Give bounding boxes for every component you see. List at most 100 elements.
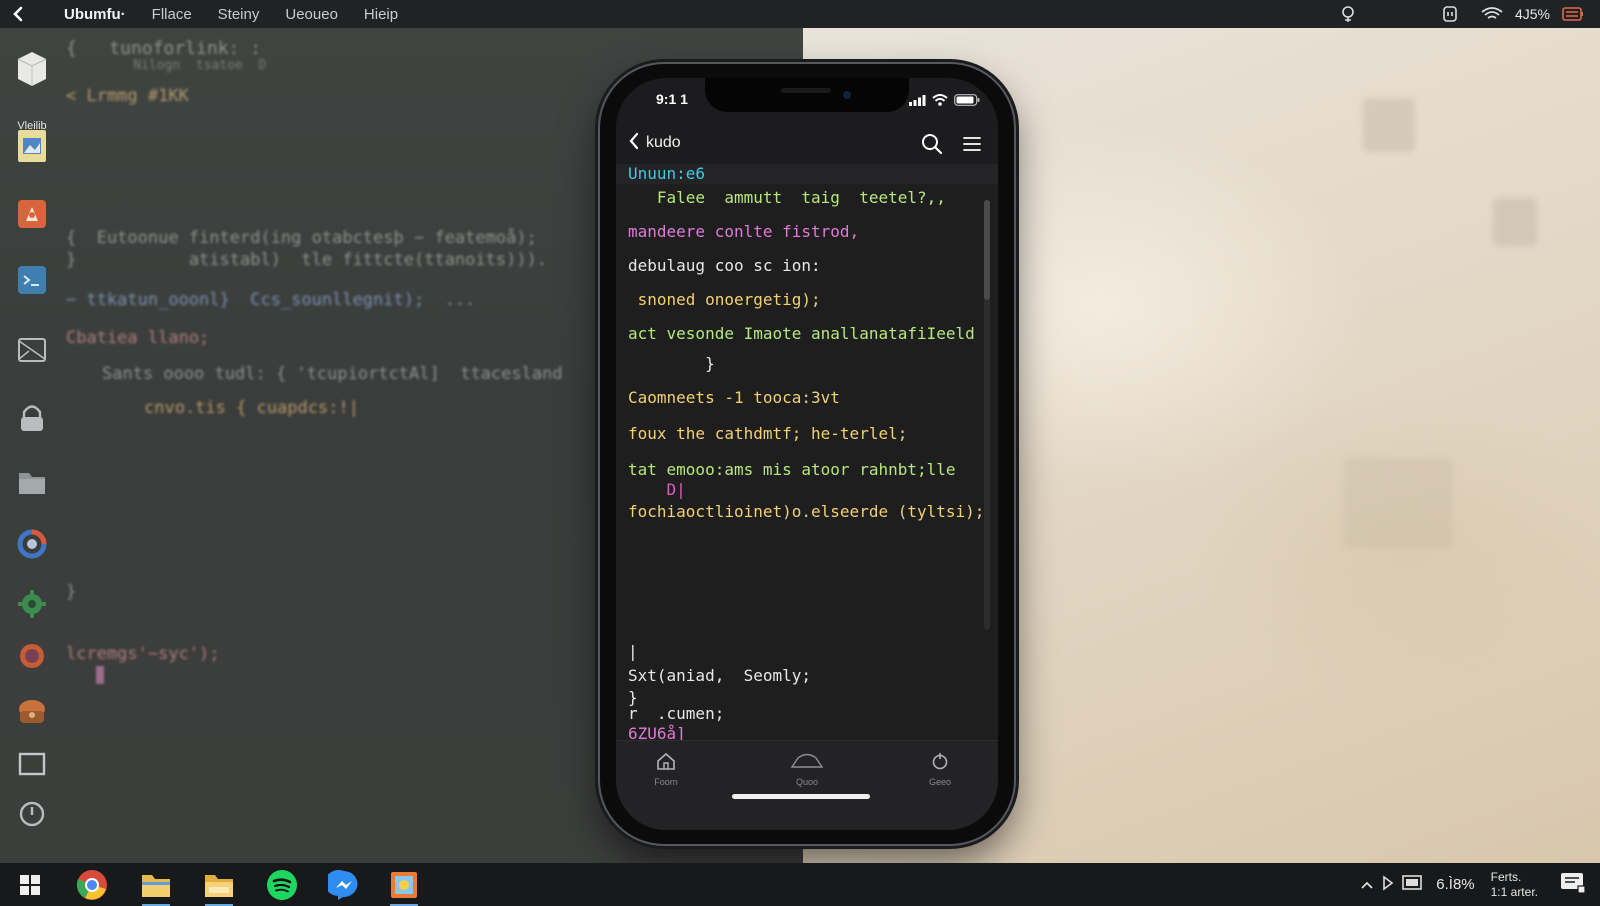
code-line: fochiaoctlioinet)o.elseerde (tyltsi); [628, 502, 985, 521]
code-line: foux the cathdmtf; he-terlel; [628, 424, 908, 443]
hamburger-menu-icon[interactable] [960, 132, 984, 156]
tab-cloud[interactable]: Quoo [772, 751, 842, 787]
home-icon [655, 752, 677, 775]
dock-item-system-settings[interactable] [12, 584, 52, 624]
wifi-icon [932, 91, 948, 110]
wifi-icon[interactable] [1481, 3, 1503, 25]
background-text-cursor [96, 666, 104, 684]
application-dock: Vleilib [0, 28, 64, 863]
system-tray: 6.Ì8% Ferts. 1:1 arter. [1360, 863, 1600, 906]
tray-clock[interactable]: Ferts. 1:1 arter. [1491, 870, 1538, 900]
dock-item-mail[interactable] [12, 330, 52, 370]
app-navigation-bar: kudo [616, 124, 998, 164]
messenger-icon[interactable] [324, 867, 364, 903]
code-line: snoned onoergetig); [628, 290, 821, 309]
photos-icon[interactable] [384, 867, 424, 906]
code-line: Falee ammutt taig teetel?,, [628, 188, 946, 207]
clipboard-icon[interactable] [1439, 3, 1461, 25]
speaker-grille [781, 88, 831, 93]
cloud-icon [790, 753, 824, 775]
background-code-line: { Eutoonue finterd(ing otabctesþ − feate… [66, 228, 537, 248]
cellular-signal-icon [909, 91, 926, 110]
display-icon[interactable] [1402, 874, 1423, 895]
code-editor[interactable]: Unuun:e6 Falee ammutt taig teetel?,, mand… [616, 164, 998, 743]
menubar-item[interactable]: Steiny [218, 6, 260, 23]
top-menu-bar: Ubumfu· Fllace Steiny Ueoueo Hieip 4J5% [0, 0, 1600, 28]
background-code-line: Nilogn tsatoe D [102, 58, 267, 73]
code-line: mandeere conlte fistrod, [628, 222, 860, 241]
home-indicator[interactable] [732, 794, 870, 799]
blurred-desktop-icon [1493, 198, 1537, 246]
phone-notch [705, 78, 909, 112]
network-icon[interactable] [1337, 3, 1359, 25]
tab-home[interactable]: Foorn [631, 751, 701, 787]
search-icon[interactable] [920, 132, 944, 156]
chevron-left-icon [628, 132, 640, 154]
code-line: } [628, 354, 715, 373]
tab-label: Quoo [795, 777, 819, 787]
tab-label: Geeo [928, 777, 952, 787]
bottom-tab-bar: Foorn Quoo Geeo [616, 740, 998, 830]
dock-item-firefox[interactable] [12, 636, 52, 676]
code-line: tat emooo:ams mis atoor rahnbt;lle [628, 460, 956, 479]
chevron-up-icon[interactable] [1360, 875, 1374, 894]
dock-item-storage[interactable] [12, 48, 52, 88]
menubar-status-area: 4J5% [1317, 0, 1600, 28]
code-line: Caomneets -1 tooca:3vt [628, 388, 840, 407]
nav-back-button[interactable]: kudo [628, 132, 681, 154]
code-line: act vesonde Imaote anallanatafiIeeld [628, 324, 975, 343]
dock-item-files[interactable] [12, 462, 52, 502]
code-line: debulaug coo sc ion: [628, 256, 821, 275]
dock-item-archive[interactable] [12, 692, 52, 732]
front-camera [843, 91, 851, 99]
dock-item-power[interactable] [12, 794, 52, 834]
notification-icon[interactable] [1560, 872, 1586, 898]
tab-power[interactable]: Geeo [905, 751, 975, 787]
menubar-app-name[interactable]: Ubumfu· [64, 6, 126, 23]
status-time: 9:1 1 [656, 91, 688, 107]
menubar-item[interactable]: Fllace [152, 6, 192, 23]
code-line: | [628, 642, 638, 661]
background-code-line: Sants oooo tudl: { 'tcupiortctAl] ttaces… [102, 364, 563, 384]
background-code-line: cnvo.tis { cuapdcs:!| [144, 398, 359, 418]
chrome-icon[interactable] [72, 867, 112, 903]
play-icon[interactable] [1382, 874, 1394, 895]
taskbar: 6.Ì8% Ferts. 1:1 arter. [0, 863, 1600, 906]
power-icon [930, 753, 950, 775]
windows-start-icon[interactable] [10, 867, 50, 903]
code-line: D| [628, 480, 686, 499]
dock-item-software-center[interactable] [12, 194, 52, 234]
background-code-line: { tunoforlink: : [66, 38, 262, 59]
file-explorer-icon[interactable] [136, 867, 176, 906]
dock-item-image-viewer[interactable] [12, 126, 52, 166]
nav-title: kudo [646, 134, 681, 151]
code-line: r .cumen; [628, 704, 725, 723]
background-code-line: < Lrmmg #1KK [66, 86, 189, 106]
code-line: Sxt(aniad, Seomly; [628, 666, 812, 685]
dock-item-browser[interactable] [12, 524, 52, 564]
menubar-item[interactable]: Hieip [364, 6, 398, 23]
smartphone: 9:1 1 kudo Unuun:e6 Falee ammutt taig te… [600, 64, 1014, 844]
dock-item-lock[interactable] [12, 398, 52, 438]
background-code-line: } atistabl) tle fittcte(ttanoits))). [66, 250, 548, 270]
code-line: Unuun:e6 [628, 164, 706, 183]
dock-item-terminal[interactable] [12, 260, 52, 300]
status-icons [909, 91, 980, 110]
battery-icon [954, 91, 980, 110]
dock-item-workspace[interactable] [12, 744, 52, 784]
background-code-line: Cbatiea llano; [66, 328, 210, 348]
background-code-line: − ttkatun_ooonl} Ccs_sounllegnit); ... [66, 290, 476, 310]
spotify-icon[interactable] [262, 867, 302, 903]
back-icon[interactable] [0, 0, 36, 28]
editor-scrollbar-thumb[interactable] [984, 200, 990, 300]
blurred-desktop-icon [1363, 98, 1415, 152]
tab-label: Foorn [654, 777, 678, 787]
background-code-line: } [66, 582, 77, 602]
background-code-line: lcremgs'−syc'); [66, 644, 220, 664]
phone-screen: 9:1 1 kudo Unuun:e6 Falee ammutt taig te… [616, 78, 998, 830]
tray-battery-percent: 6.Ì8% [1436, 876, 1475, 893]
battery-icon[interactable] [1562, 3, 1584, 25]
clock-date: 1:1 arter. [1490, 884, 1538, 899]
menubar-item[interactable]: Ueoueo [285, 6, 338, 23]
folder-icon[interactable] [199, 867, 239, 906]
